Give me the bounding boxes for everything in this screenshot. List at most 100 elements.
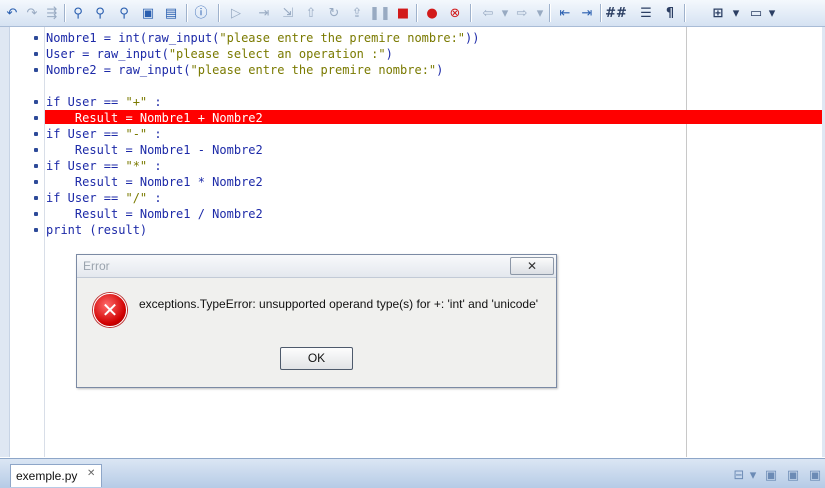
find-in-files-icon[interactable]: ▤ [161,3,181,23]
tab-close-button[interactable]: ✕ [87,468,95,479]
list-icon[interactable]: ☰ [636,3,656,23]
toolbar-separator [416,4,418,22]
code-line[interactable]: print (result) [46,222,147,238]
info-icon[interactable]: ⓘ [191,3,211,23]
line-marker [34,180,38,184]
tab-list-dropdown-icon[interactable]: ▾ [744,468,762,484]
code-line[interactable]: if User == "/" : [46,190,162,206]
string-literal: "/" [125,191,148,205]
line-marker [34,164,38,168]
string-literal: "please entre the premire nombre:" [190,63,437,77]
code-token: User = raw_input( [46,47,169,61]
code-line[interactable]: if User == "+" : [46,94,162,110]
outdent-icon[interactable]: ⇥ [577,3,597,23]
split-window-icon[interactable]: ▣ [762,468,780,484]
tab-label: exemple.py [16,469,78,483]
window-layout-icon[interactable]: ▣ [806,468,824,484]
stop-icon[interactable]: ■ [393,3,413,23]
code-token: : [147,191,162,205]
show-whitespace-icon[interactable]: ¶ [660,3,680,23]
redo-icon[interactable]: ↷ [22,3,42,23]
code-token: Result = Nombre1 - Nombre2 [46,143,263,157]
view-menu-dropdown-icon[interactable]: ▾ [726,3,746,23]
error-message: exceptions.TypeError: unsupported operan… [139,297,539,311]
line-marker [34,68,38,72]
code-token: Result = Nombre1 / Nombre2 [46,207,263,221]
toolbar-separator [600,4,602,22]
code-token: ) [385,47,393,61]
undo-icon[interactable]: ↶ [2,3,22,23]
code-token: )) [465,31,480,45]
view-menu-icon[interactable]: ⊞ [708,3,728,23]
nav-forward-dropdown-icon[interactable]: ▾ [530,3,550,23]
nav-forward-icon[interactable]: ⇨ [512,3,532,23]
code-line[interactable]: Nombre2 = raw_input("please entre the pr… [46,62,443,78]
code-line[interactable]: Nombre1 = int(raw_input("please entre th… [46,30,479,46]
code-token: if User == [46,95,126,109]
toolbar-separator [549,4,551,22]
string-literal: "+" [125,95,148,109]
editor-gutter[interactable] [10,27,45,457]
code-line[interactable]: User = raw_input("please select an opera… [46,46,393,62]
main-toolbar: ↶ ↷ ⇶ ⚲ ⚲ ⚲ ▣ ▤ ⓘ ▷ ⇥ ⇲ ⇧ ↻ ⇪ ❚❚ ■ ● ⊗ ⇦… [0,0,825,27]
code-token: : [147,127,162,141]
string-literal: "please entre the premire nombre:" [219,31,466,45]
code-token: print (result) [46,223,148,237]
run-to-icon[interactable]: ↻ [324,3,344,23]
dialog-title-bar[interactable]: Error ✕ [77,255,556,278]
code-line[interactable]: if User == "-" : [46,126,162,142]
toolbar-separator [64,4,66,22]
code-token: ) [436,63,444,77]
code-token: Result = Nombre1 + Nombre2 [46,111,263,125]
code-token: Nombre1 = int(raw_input( [46,31,220,45]
string-literal: "-" [125,127,148,141]
code-line[interactable]: Result = Nombre1 - Nombre2 [46,142,263,158]
breakpoint-icon[interactable]: ● [422,3,442,23]
dialog-close-button[interactable]: ✕ [510,257,554,275]
clear-breakpoints-icon[interactable]: ⊗ [445,3,465,23]
string-literal: "please select an operation :" [168,47,386,61]
toolbar-separator [218,4,220,22]
ok-button[interactable]: OK [280,347,353,370]
dialog-title: Error [83,259,110,273]
line-marker [34,212,38,216]
step-out-icon[interactable]: ⇧ [301,3,321,23]
line-marker [34,116,38,120]
tab-exemple-py[interactable]: exemple.py ✕ [10,464,102,487]
code-editor[interactable]: Nombre1 = int(raw_input("please entre th… [0,27,825,457]
line-marker [34,132,38,136]
run-icon[interactable]: ▷ [226,3,246,23]
toolbar-separator [186,4,188,22]
find-next-icon[interactable]: ⚲ [90,3,110,23]
jump-icon[interactable]: ⇪ [347,3,367,23]
find-icon[interactable]: ⚲ [68,3,88,23]
line-marker [34,148,38,152]
step-over-icon[interactable]: ⇲ [278,3,298,23]
replace-icon[interactable]: ⚲ [114,3,134,23]
toolbar-separator [470,4,472,22]
code-token: Nombre2 = raw_input( [46,63,191,77]
bookmark-icon[interactable]: ▣ [138,3,158,23]
code-line[interactable]: Result = Nombre1 / Nombre2 [46,206,263,222]
code-token: Result = Nombre1 * Nombre2 [46,175,263,189]
window-menu-dropdown-icon[interactable]: ▾ [762,3,782,23]
string-literal: "*" [125,159,148,173]
edge-line [686,27,687,457]
code-token: if User == [46,191,126,205]
line-marker [34,196,38,200]
code-line[interactable]: Result = Nombre1 + Nombre2 [46,110,263,126]
comment-icon[interactable]: ## [605,3,627,23]
cut-icon[interactable]: ⇶ [42,3,62,23]
code-line[interactable]: Result = Nombre1 * Nombre2 [46,174,263,190]
editor-left-strip [0,27,10,457]
line-marker [34,36,38,40]
pause-icon[interactable]: ❚❚ [369,3,391,23]
new-window-icon[interactable]: ▣ [784,468,802,484]
indent-icon[interactable]: ⇤ [555,3,575,23]
code-token: : [147,95,162,109]
code-line[interactable]: if User == "*" : [46,158,162,174]
code-token: if User == [46,127,126,141]
line-marker [34,100,38,104]
step-into-icon[interactable]: ⇥ [254,3,274,23]
line-marker [34,228,38,232]
